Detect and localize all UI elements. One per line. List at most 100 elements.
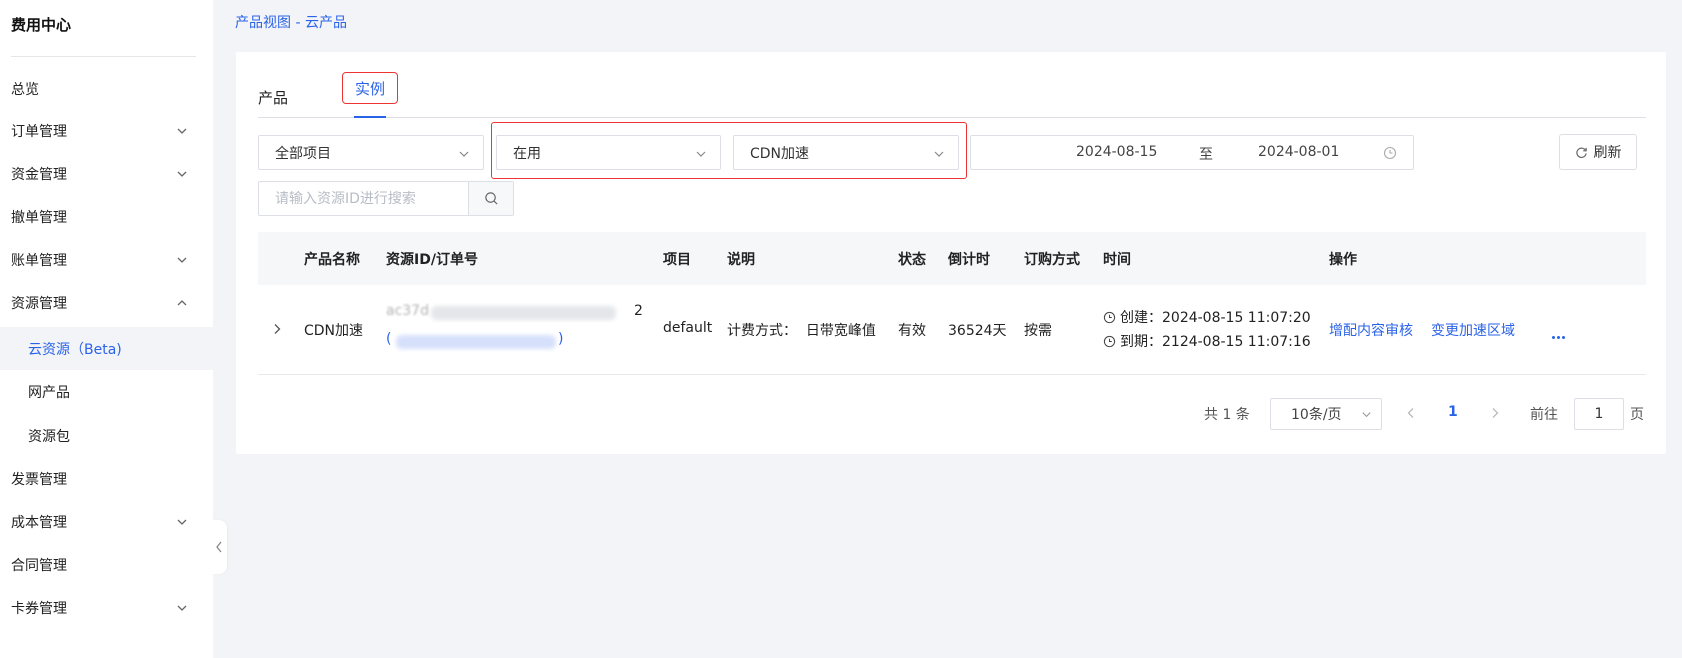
sidebar-item-label: 资源包 [28,428,70,445]
pagination: 共 1 条 10条/页 1 前往 页 [236,398,1666,430]
sidebar-title: 费用中心 [11,16,72,34]
sidebar-item-cloud-resources[interactable]: 云资源（Beta) [0,327,213,370]
chevron-up-icon [175,296,189,310]
chevron-down-icon [175,601,189,615]
redacted-resource-id [431,306,616,320]
project-select-value: 全部项目 [275,145,331,162]
more-actions-button[interactable] [1552,327,1565,343]
redacted-order-number [396,335,556,349]
more-icon [1552,336,1565,339]
goto-label: 前往 [1530,407,1558,423]
sidebar-item-label: 订单管理 [11,123,67,140]
sidebar-item-label: 账单管理 [11,252,67,269]
sidebar-item-network-products[interactable]: 网产品 [0,370,213,413]
col-project: 项目 [663,251,691,268]
page-size-value: 10条/页 [1291,407,1342,423]
sidebar-item-label: 卡券管理 [11,600,67,617]
status-select-value: 在用 [513,145,541,162]
col-status: 状态 [898,251,926,268]
sidebar-item-label: 总览 [11,81,39,98]
cell-description: 计费方式： 日带宽峰值 [727,323,876,339]
sidebar-item-label: 网产品 [28,384,70,401]
resource-id-start: ac37d [386,303,429,319]
date-start: 2024-08-15 [1076,144,1158,160]
project-select[interactable]: 全部项目 [258,135,484,170]
order-open-paren: ( [386,331,392,347]
created-time: 创建：2024-08-15 11:07:20 [1103,305,1311,329]
page-size-select[interactable]: 10条/页 [1270,398,1382,430]
prev-page-button[interactable] [1404,406,1418,420]
resource-table: 产品名称 资源ID/订单号 项目 说明 状态 倒计时 订购方式 时间 操作 CD… [258,232,1646,375]
breadcrumb[interactable]: 产品视图 - 云产品 [235,12,347,32]
status-select[interactable]: 在用 [496,135,721,170]
cell-time: 创建：2024-08-15 11:07:20 到期：2124-08-15 11:… [1103,305,1311,353]
sidebar-item-contracts[interactable]: 合同管理 [0,543,213,586]
sidebar-item-label: 云资源（Beta) [28,341,122,358]
cell-countdown: 36524天 [948,323,1007,339]
page-number[interactable]: 1 [1448,404,1458,420]
date-range-picker[interactable]: 2024-08-15 至 2024-08-01 [970,135,1414,170]
tab-active-indicator [354,116,386,118]
cell-product-name: CDN加速 [304,323,364,339]
sidebar-item-label: 发票管理 [11,471,67,488]
search-button[interactable] [468,182,513,215]
add-content-review-link[interactable]: 增配内容审核 [1329,320,1413,340]
col-actions: 操作 [1329,251,1357,268]
product-select[interactable]: CDN加速 [733,135,959,170]
sidebar-item-resource-packs[interactable]: 资源包 [0,414,213,457]
col-resource-id: 资源ID/订单号 [386,251,478,268]
sidebar-item-funds[interactable]: 资金管理 [0,152,213,195]
change-acceleration-region-link[interactable]: 变更加速区域 [1431,320,1515,340]
col-billing-method: 订购方式 [1024,251,1080,268]
next-page-button[interactable] [1488,406,1502,420]
table-row: CDN加速 ac37d 2 ( ) default 计费方式： 日带宽峰值 有效… [258,285,1646,375]
sidebar: 费用中心 总览 订单管理 资金管理 撤单管理 账单管理 资源管理 云资源（Bet… [0,0,213,658]
sidebar-item-label: 合同管理 [11,557,67,574]
expires-time-text: 到期：2124-08-15 11:07:16 [1120,334,1311,350]
sidebar-item-invoices[interactable]: 发票管理 [0,457,213,500]
sidebar-item-label: 资源管理 [11,295,67,312]
cell-billing-method: 按需 [1024,323,1052,339]
chevron-down-icon [1360,408,1373,421]
tab-products[interactable]: 产品 [258,77,288,117]
search-icon [484,192,498,205]
sidebar-item-bills[interactable]: 账单管理 [0,238,213,281]
created-time-text: 创建：2024-08-15 11:07:20 [1120,310,1311,326]
order-close-paren: ) [558,331,564,347]
col-description: 说明 [727,251,755,268]
clock-icon [1103,335,1116,347]
date-separator: 至 [1199,147,1213,163]
sidebar-item-coupons[interactable]: 卡券管理 [0,586,213,629]
tab-bar: 产品 实例 [258,72,1646,118]
goto-page-input[interactable] [1574,398,1624,430]
chevron-right-icon[interactable] [270,322,284,336]
sidebar-item-resources[interactable]: 资源管理 [0,281,213,324]
clock-icon [1383,146,1397,160]
cell-status: 有效 [898,323,926,339]
chevron-left-icon [216,541,222,553]
order-number-link[interactable]: ( ) [386,331,566,351]
clock-icon [1103,311,1116,323]
date-end: 2024-08-01 [1258,144,1340,160]
col-product-name: 产品名称 [304,251,360,268]
search-input[interactable] [259,182,469,215]
sidebar-collapse-button[interactable] [211,520,227,574]
refresh-label: 刷新 [1593,145,1622,161]
sidebar-item-costs[interactable]: 成本管理 [0,500,213,543]
refresh-icon [1575,147,1587,158]
sidebar-item-label: 撤单管理 [11,209,67,226]
product-select-value: CDN加速 [750,145,810,162]
page-unit-label: 页 [1630,407,1644,423]
chevron-down-icon [694,147,708,161]
chevron-down-icon [175,124,189,138]
sidebar-item-cancellations[interactable]: 撤单管理 [0,195,213,238]
sidebar-item-label: 资金管理 [11,166,67,183]
main-card: 产品 实例 全部项目 在用 CDN加速 2024-08-15 至 2024-08… [236,52,1666,454]
refresh-button[interactable]: 刷新 [1559,134,1637,170]
cell-resource-id[interactable]: ac37d 2 [386,303,646,323]
col-time: 时间 [1103,251,1131,268]
cell-project: default [663,320,713,336]
sidebar-item-overview[interactable]: 总览 [0,67,213,110]
tab-instances[interactable]: 实例 [342,72,399,104]
sidebar-item-orders[interactable]: 订单管理 [0,109,213,152]
